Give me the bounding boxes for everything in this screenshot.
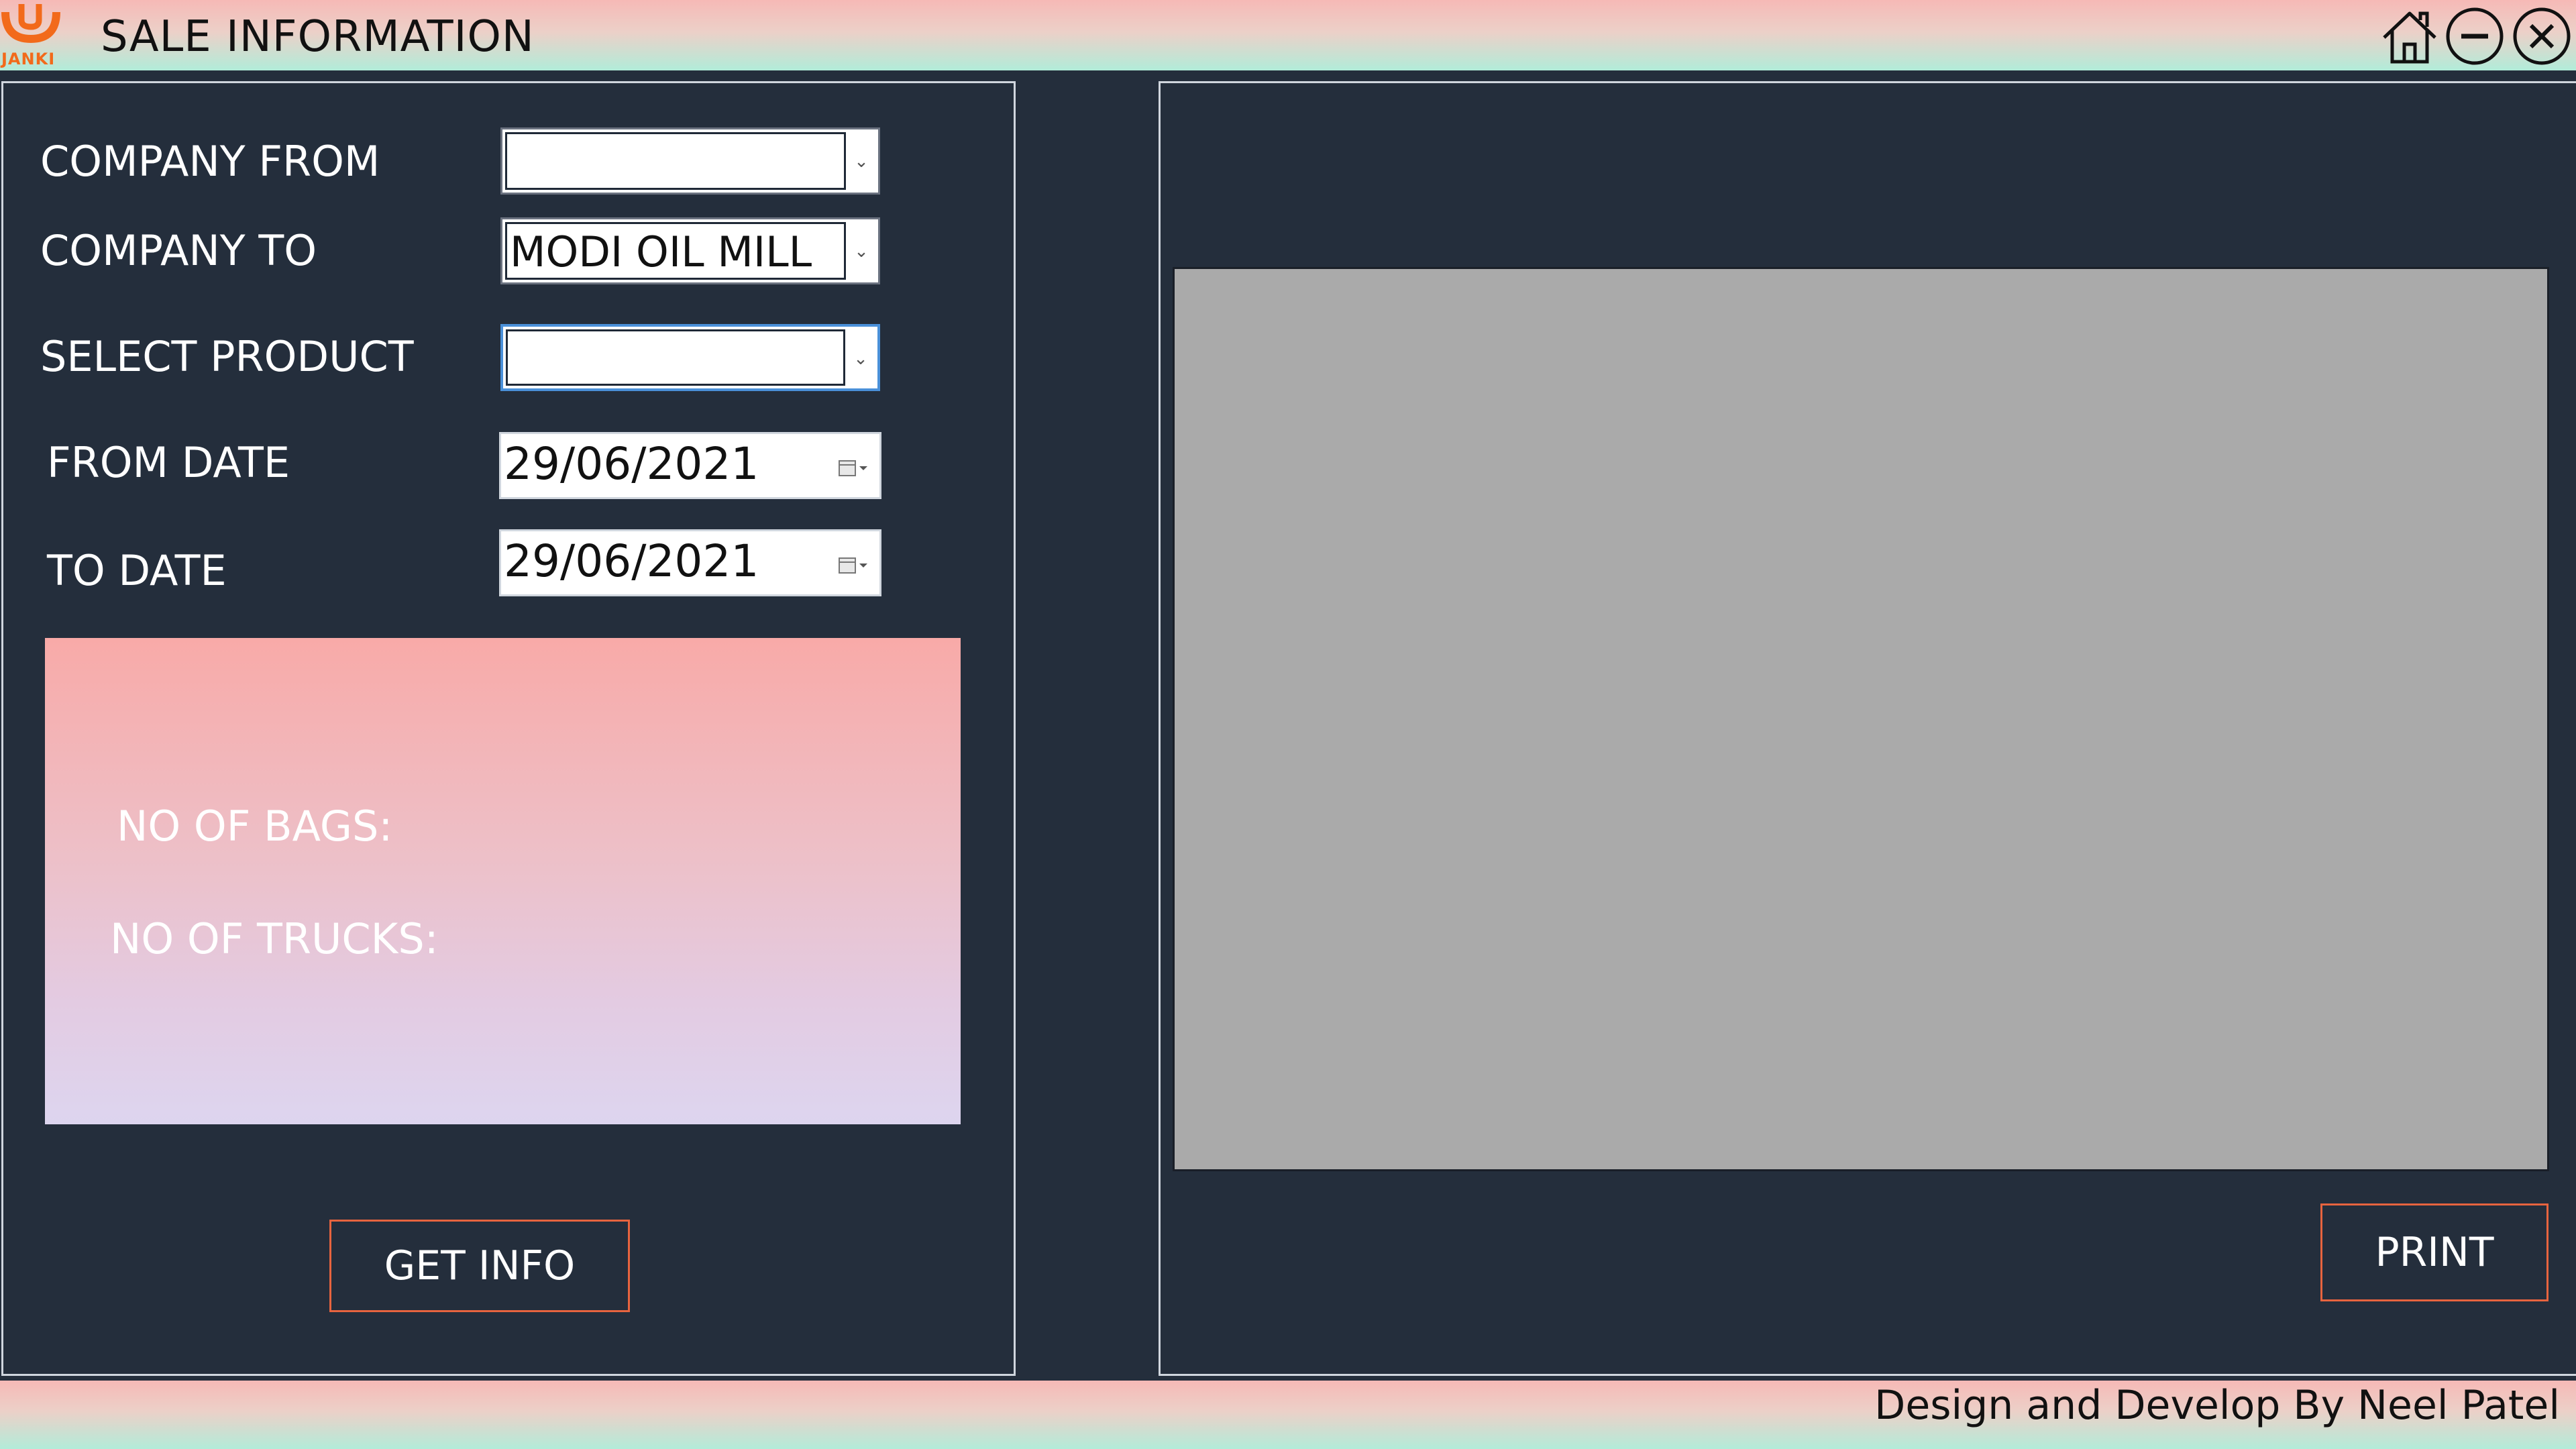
minimize-icon: [2446, 7, 2504, 65]
from-date-label: FROM DATE: [47, 438, 290, 487]
to-date-value: 29/06/2021: [504, 535, 759, 587]
close-button[interactable]: [2511, 5, 2573, 67]
chevron-down-icon[interactable]: ⌄: [850, 150, 873, 174]
chevron-down-icon[interactable]: ⌄: [850, 239, 873, 264]
window-title: SALE INFORMATION: [101, 12, 535, 62]
from-date-value: 29/06/2021: [504, 438, 759, 490]
bags-count-label: NO OF BAGS:: [117, 802, 393, 851]
from-date-picker[interactable]: 29/06/2021: [499, 432, 881, 499]
janki-logo: JANKI: [0, 0, 67, 70]
select-product-dropdown[interactable]: ⌄: [500, 324, 880, 391]
home-icon: [2383, 11, 2436, 64]
title-bar: JANKI SALE INFORMATION: [0, 0, 2576, 70]
close-icon: [2513, 7, 2571, 65]
select-product-value: [506, 329, 845, 386]
company-from-label: COMPANY FROM: [40, 137, 380, 186]
to-date-picker[interactable]: 29/06/2021: [499, 529, 881, 596]
developer-credit: Design and Develop By Neel Patel: [1874, 1382, 2560, 1429]
summary-box: NO OF BAGS: NO OF TRUCKS:: [45, 638, 961, 1124]
chevron-down-icon[interactable]: ⌄: [849, 347, 872, 371]
get-info-button[interactable]: GET INFO: [329, 1220, 630, 1312]
company-from-dropdown[interactable]: ⌄: [500, 127, 880, 195]
minimize-button[interactable]: [2444, 5, 2506, 67]
home-button[interactable]: [2379, 5, 2440, 67]
company-to-label: COMPANY TO: [40, 226, 317, 275]
company-to-dropdown[interactable]: MODI OIL MILL ⌄: [500, 217, 880, 284]
to-date-label: TO DATE: [47, 546, 227, 595]
calendar-icon[interactable]: [838, 458, 870, 478]
logo-text: JANKI: [1, 50, 56, 68]
janki-logo-icon: [1, 4, 60, 44]
trucks-count-label: NO OF TRUCKS:: [110, 914, 439, 963]
company-from-value: [505, 132, 846, 190]
company-to-value: MODI OIL MILL: [505, 222, 846, 280]
select-product-label: SELECT PRODUCT: [40, 332, 414, 381]
print-button[interactable]: PRINT: [2320, 1203, 2548, 1301]
calendar-icon[interactable]: [838, 555, 870, 576]
report-preview: [1173, 267, 2549, 1171]
